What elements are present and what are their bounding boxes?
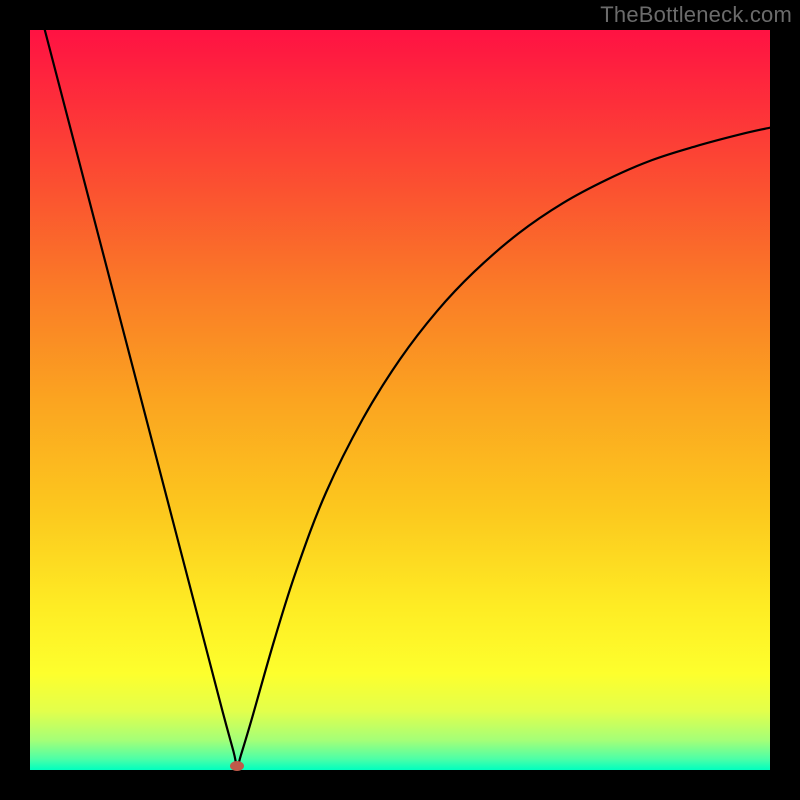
plot-area: [30, 30, 770, 770]
watermark-text: TheBottleneck.com: [600, 2, 792, 28]
chart-frame: TheBottleneck.com: [0, 0, 800, 800]
bottleneck-curve: [30, 30, 770, 770]
minimum-marker: [230, 761, 244, 771]
